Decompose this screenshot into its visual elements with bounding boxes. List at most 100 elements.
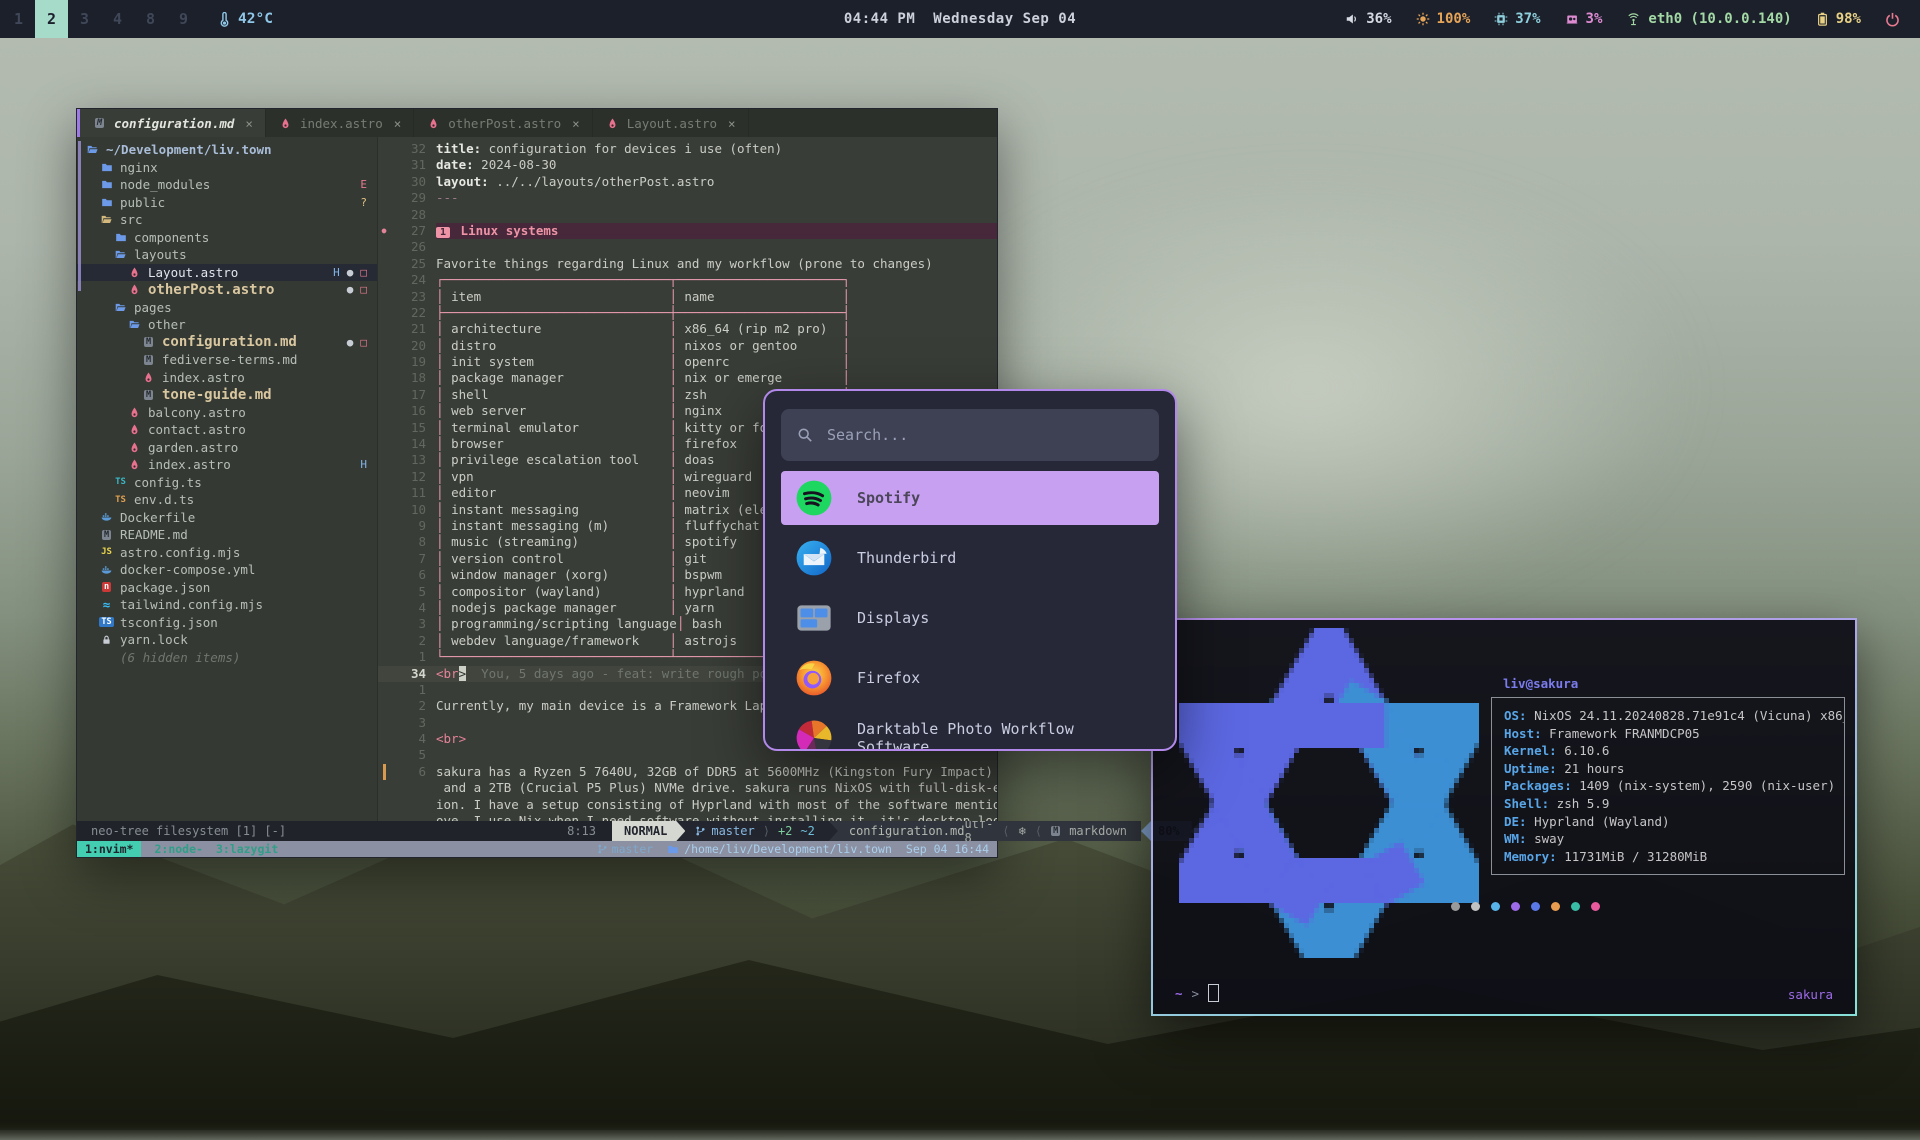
tree-item-badges: H●□ (333, 266, 377, 279)
tree-item-balcony.astro[interactable]: balcony.astro (77, 404, 377, 422)
tree-item-6hiddenitems[interactable]: (6 hidden items) (77, 649, 377, 667)
tree-item-components[interactable]: components (77, 229, 377, 247)
spotify-icon (795, 479, 833, 517)
module-brightness[interactable]: 100% (1416, 11, 1471, 27)
tree-item-label: layouts (134, 247, 187, 262)
workspace-button-1[interactable]: 1 (2, 0, 35, 38)
launcher-item-Firefox[interactable]: Firefox (781, 651, 1159, 705)
tree-item-tsconfig.json[interactable]: TStsconfig.json (77, 614, 377, 632)
editor-line: 29--- (378, 190, 997, 206)
module-power[interactable] (1885, 12, 1900, 27)
buffer-tab-configuration.md[interactable]: Mconfiguration.md× (80, 109, 266, 137)
cpu-icon (1494, 12, 1508, 26)
tree-item-yarn.lock[interactable]: yarn.lock (77, 631, 377, 649)
shell-prompt[interactable]: ~ > (1175, 984, 1219, 1002)
statusline: neo-tree filesystem [1] [-] 8:13 NORMAL … (77, 821, 997, 841)
tree-item-contact.astro[interactable]: contact.astro (77, 421, 377, 439)
palette-dot (1531, 902, 1540, 911)
tree-item-docker-compose.yml[interactable]: docker-compose.yml (77, 561, 377, 579)
tab-close-icon[interactable]: × (728, 116, 736, 131)
tree-item-index.astro[interactable]: index.astroH (77, 456, 377, 474)
module-battery[interactable]: 98% (1816, 11, 1861, 27)
tab-close-icon[interactable]: × (245, 116, 253, 131)
sysinfo-row-Memory: Memory: 11731MiB / 31280MiB (1504, 848, 1844, 866)
tree-item-env.d.ts[interactable]: TSenv.d.ts (77, 491, 377, 509)
tree-item-config.ts[interactable]: TSconfig.ts (77, 474, 377, 492)
git-branch-name: master (711, 824, 754, 838)
module-gpu[interactable]: 3% (1565, 11, 1603, 27)
module-cpu[interactable]: 37% (1494, 11, 1540, 27)
tree-item-tailwind.config.mjs[interactable]: ≈tailwind.config.mjs (77, 596, 377, 614)
tree-item-public[interactable]: public? (77, 194, 377, 212)
tree-item-other[interactable]: other (77, 316, 377, 334)
tree-item-label: public (120, 195, 165, 210)
launcher-item-Displays[interactable]: Displays (781, 591, 1159, 645)
sysinfo-row-Kernel: Kernel: 6.10.6 (1504, 742, 1844, 760)
search-input[interactable] (825, 425, 1143, 445)
tree-item-Layout.astro[interactable]: Layout.astroH●□ (77, 264, 377, 282)
launcher-search-box[interactable] (781, 409, 1159, 461)
workspace-button-2[interactable]: 2 (35, 0, 68, 38)
tab-close-icon[interactable]: × (394, 116, 402, 131)
tmux-window-1:nvim*[interactable]: 1:nvim* (77, 841, 141, 857)
tree-item-label: fediverse-terms.md (162, 352, 297, 367)
fc-icon (99, 162, 114, 173)
tree-item-badges: ●□ (347, 336, 377, 349)
tab-close-icon[interactable]: × (572, 116, 580, 131)
tree-item-label: (6 hidden items) (120, 650, 240, 665)
tree-item-layouts[interactable]: layouts (77, 246, 377, 264)
module-network[interactable]: eth0 (10.0.0.140) (1626, 11, 1791, 27)
workspace-button-8[interactable]: 8 (134, 0, 167, 38)
tree-item-pages[interactable]: pages (77, 299, 377, 317)
js-icon: JS (99, 547, 114, 557)
tree-item-src[interactable]: src (77, 211, 377, 229)
tree-item-label: env.d.ts (134, 492, 194, 507)
astro-icon (127, 406, 142, 419)
tree-item-otherPost.astro[interactable]: otherPost.astro●□ (77, 281, 377, 299)
tree-item-garden.astro[interactable]: garden.astro (77, 439, 377, 457)
tree-item-Dockerfile[interactable]: Dockerfile (77, 509, 377, 527)
buffer-tabbar: Mconfiguration.md×index.astro×otherPost.… (77, 109, 997, 137)
workspace-button-4[interactable]: 4 (101, 0, 134, 38)
palette-dot (1511, 902, 1520, 911)
tab-label: configuration.md (114, 116, 234, 131)
workspace-button-9[interactable]: 9 (167, 0, 200, 38)
sysinfo-row-Uptime: Uptime: 21 hours (1504, 760, 1844, 778)
module-volume[interactable]: 36% (1345, 11, 1391, 27)
sysinfo-row-Packages: Packages: 1409 (nix-system), 2590 (nix-u… (1504, 777, 1844, 795)
tree-item-nginx[interactable]: nginx (77, 159, 377, 177)
editor-line: ●271 Linux systems (378, 223, 997, 239)
tree-item-label: garden.astro (148, 440, 238, 455)
tree-item-index.astro[interactable]: index.astro (77, 369, 377, 387)
launcher-item-Spotify[interactable]: Spotify (781, 471, 1159, 525)
module-value: 98% (1836, 11, 1861, 27)
tmux-window-2:node-[interactable]: 2:node- (154, 842, 202, 856)
astro-icon (141, 371, 156, 384)
md-icon: M (141, 390, 156, 400)
volume-icon (1345, 12, 1359, 26)
tree-item-package.json[interactable]: npackage.json (77, 579, 377, 597)
buffer-tab-otherPost.astro[interactable]: otherPost.astro× (414, 109, 592, 137)
nixos-logo (1179, 628, 1479, 958)
tree-item-label: README.md (120, 527, 188, 542)
tree-item-Developmentliv.town[interactable]: ~/Development/liv.town (77, 141, 377, 159)
tree-item-tone-guide.md[interactable]: Mtone-guide.md (77, 386, 377, 404)
sysinfo-row-Host: Host: Framework FRANMDCP05 (1504, 725, 1844, 743)
tmux-window-3:lazygit[interactable]: 3:lazygit (216, 842, 278, 856)
tree-item-label: tone-guide.md (162, 387, 272, 403)
palette-dot (1551, 902, 1560, 911)
workspace-button-3[interactable]: 3 (68, 0, 101, 38)
tree-item-configuration.md[interactable]: Mconfiguration.md●□ (77, 334, 377, 352)
tree-item-nodemodules[interactable]: node_modulesE (77, 176, 377, 194)
launcher-item-Thunderbird[interactable]: Thunderbird (781, 531, 1159, 585)
tab-label: index.astro (300, 116, 383, 131)
tree-item-fediverse-terms.md[interactable]: Mfediverse-terms.md (77, 351, 377, 369)
launcher-item-label: Displays (857, 609, 929, 627)
buffer-tab-Layout.astro[interactable]: Layout.astro× (593, 109, 749, 137)
buffer-tab-index.astro[interactable]: index.astro × (266, 109, 414, 137)
tree-item-README.md[interactable]: MREADME.md (77, 526, 377, 544)
tree-item-label: Dockerfile (120, 510, 195, 525)
launcher-item-Darktable[interactable]: Darktable Photo Workflow Software (781, 711, 1159, 751)
tree-item-astro.config.mjs[interactable]: JSastro.config.mjs (77, 544, 377, 562)
markdown-icon: M (1051, 826, 1060, 836)
